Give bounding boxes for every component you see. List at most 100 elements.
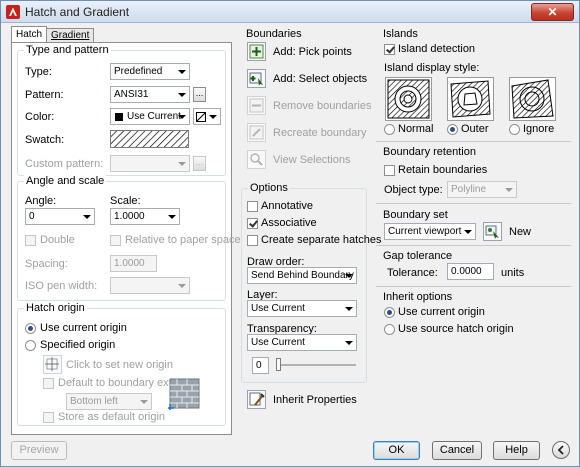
object-type-select[interactable]: Polyline [447, 181, 517, 198]
type-and-pattern-group: Type and pattern Type: Predefined Patter… [17, 44, 226, 176]
ignore-radio[interactable] [509, 124, 520, 135]
group-title: Angle and scale [24, 175, 107, 187]
new-boundary-set-button[interactable] [483, 222, 502, 241]
island-ignore-preview[interactable] [509, 77, 556, 121]
separate-hatches-label: Create separate hatches [261, 234, 382, 246]
transparency-select[interactable]: Use Current [247, 334, 357, 351]
hatch-swatch-preview[interactable] [110, 130, 189, 148]
color-label: Color: [25, 111, 55, 123]
tab-gradient[interactable]: Gradient [46, 28, 95, 42]
group-title: Type and pattern [24, 44, 111, 56]
scale-select[interactable]: 1.0000 [110, 208, 180, 225]
dropdown-arrow-icon [345, 307, 353, 311]
hatch-gradient-dialog: Hatch and Gradient ✕ Hatch Gradient Type… [0, 0, 580, 467]
outer-label: Outer [461, 123, 489, 135]
store-default-origin-label: Store as default origin [58, 411, 166, 423]
dropdown-arrow-icon [178, 284, 186, 288]
remove-boundaries-button[interactable] [247, 96, 266, 115]
retain-boundaries-checkbox[interactable] [384, 165, 395, 176]
dropdown-arrow-icon [209, 115, 217, 119]
boundary-set-select[interactable]: Current viewport [384, 223, 476, 240]
retain-boundaries-label: Retain boundaries [398, 164, 488, 176]
chevron-left-icon [557, 445, 564, 455]
inherit-use-current-origin-radio[interactable] [384, 307, 395, 318]
inherit-use-current-origin-label: Use current origin [398, 306, 485, 318]
island-normal-preview[interactable] [385, 77, 432, 121]
hatch-tab-panel: Type and pattern Type: Predefined Patter… [11, 42, 241, 435]
angle-and-scale-group: Angle and scale Angle: 0 Scale: 1.0000 D… [17, 175, 241, 301]
color-select[interactable]: Use Current [110, 108, 190, 125]
separate-hatches-checkbox[interactable] [247, 235, 258, 246]
view-selections-button[interactable] [247, 150, 266, 169]
type-select[interactable]: Predefined [110, 63, 190, 80]
associative-label: Associative [261, 217, 317, 229]
store-default-origin-checkbox[interactable] [43, 412, 54, 423]
add-select-objects-button[interactable] [247, 69, 266, 88]
background-color-select[interactable] [193, 108, 221, 125]
title-bar[interactable]: Hatch and Gradient ✕ [1, 1, 579, 23]
default-boundary-extents-checkbox[interactable] [43, 378, 54, 389]
inherit-properties-label[interactable]: Inherit Properties [273, 394, 357, 406]
custom-pattern-select[interactable] [110, 155, 190, 172]
inherit-properties-button[interactable] [247, 390, 266, 409]
new-boundary-set-label: New [509, 226, 532, 238]
more-options-button[interactable] [552, 441, 570, 459]
use-source-hatch-origin-radio[interactable] [384, 324, 395, 335]
relative-paper-space-checkbox[interactable] [110, 235, 121, 246]
layer-select[interactable]: Use Current [247, 300, 357, 317]
remove-boundaries-icon [249, 98, 264, 113]
iso-pen-width-select[interactable] [110, 277, 190, 294]
hatch-origin-group: Hatch origin Use current origin Specifie… [17, 302, 226, 426]
transparency-amount-input[interactable]: 0 [252, 357, 269, 374]
spacing-input[interactable]: 1.0000 [110, 255, 157, 272]
specified-origin-label: Specified origin [40, 339, 116, 351]
view-selections-label[interactable]: View Selections [273, 154, 350, 166]
normal-radio[interactable] [384, 124, 395, 135]
dropdown-arrow-icon [178, 93, 186, 97]
ok-button[interactable]: OK [373, 441, 420, 460]
cancel-button[interactable]: Cancel [432, 441, 482, 460]
recreate-boundary-button[interactable] [247, 123, 266, 142]
associative-checkbox[interactable] [247, 218, 258, 229]
close-button[interactable]: ✕ [531, 3, 574, 21]
remove-boundaries-label[interactable]: Remove boundaries [273, 100, 371, 112]
annotative-checkbox[interactable] [247, 201, 258, 212]
transparency-slider-thumb[interactable] [276, 358, 281, 371]
draw-order-select[interactable]: Send Behind Boundary [247, 267, 357, 284]
set-origin-button[interactable] [43, 355, 62, 374]
units-label: units [501, 267, 525, 279]
dropdown-arrow-icon [178, 115, 186, 119]
pattern-browse-button[interactable]: ... [193, 87, 206, 102]
origin-preview-icon [168, 378, 200, 410]
preview-button[interactable]: Preview [11, 441, 67, 460]
pattern-select[interactable]: ANSI31 [110, 86, 190, 103]
boundary-extents-position-select[interactable]: Bottom left [66, 393, 152, 410]
transparency-slider-track[interactable] [276, 364, 356, 366]
recreate-boundary-label[interactable]: Recreate boundary [273, 127, 367, 139]
pick-points-icon [249, 44, 264, 59]
island-detection-checkbox[interactable] [384, 44, 395, 55]
angle-select[interactable]: 0 [25, 208, 95, 225]
dropdown-arrow-icon [140, 400, 148, 404]
help-button[interactable]: Help [493, 441, 540, 460]
add-select-objects-label[interactable]: Add: Select objects [273, 73, 367, 85]
iso-pen-width-label: ISO pen width: [25, 280, 98, 292]
tab-hatch[interactable]: Hatch [11, 26, 48, 42]
no-fill-icon [196, 112, 206, 122]
add-pick-points-label[interactable]: Add: Pick points [273, 46, 352, 58]
double-checkbox[interactable] [25, 235, 36, 246]
island-outer-preview[interactable] [447, 77, 494, 121]
tolerance-input[interactable]: 0.0000 [447, 263, 494, 280]
add-pick-points-button[interactable] [247, 42, 266, 61]
specified-origin-radio[interactable] [25, 340, 36, 351]
outer-radio[interactable] [447, 124, 458, 135]
object-type-label: Object type: [384, 184, 443, 196]
angle-label: Angle: [25, 195, 57, 207]
custom-pattern-browse-button[interactable]: ... [193, 156, 206, 171]
island-display-style-label: Island display style: [384, 62, 480, 74]
divider [376, 203, 571, 204]
outer-island-icon [450, 80, 491, 118]
ignore-label: Ignore [523, 123, 555, 135]
use-current-origin-radio[interactable] [25, 323, 36, 334]
autocad-logo-icon [6, 5, 20, 19]
